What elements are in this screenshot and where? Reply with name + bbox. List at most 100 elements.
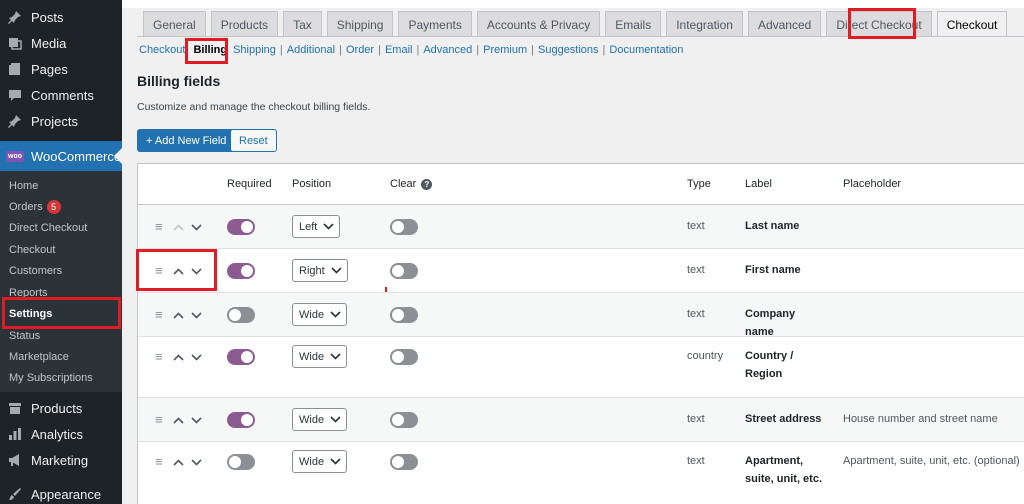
move-down-icon[interactable] xyxy=(190,221,202,233)
sidebar-item-label: WooCommerce xyxy=(31,148,122,164)
drag-handle-icon[interactable]: ≡ xyxy=(155,350,163,363)
tab-products[interactable]: Products xyxy=(210,11,279,37)
reset-button[interactable]: Reset xyxy=(230,129,277,152)
section-link-email[interactable]: Email xyxy=(385,44,413,56)
sidebar-item-posts[interactable]: Posts xyxy=(0,4,122,30)
clear-toggle[interactable] xyxy=(390,219,418,235)
chevron-down-icon xyxy=(330,416,341,423)
position-select[interactable]: Right xyxy=(292,259,348,282)
move-up-icon[interactable] xyxy=(172,309,184,321)
sidebar-item-appearance[interactable]: Appearance xyxy=(0,481,122,504)
section-link-suggestions[interactable]: Suggestions xyxy=(538,44,599,56)
sidebar-item-products[interactable]: Products xyxy=(0,395,122,421)
required-toggle[interactable] xyxy=(227,263,255,279)
section-link-checkout[interactable]: Checkout xyxy=(139,44,185,56)
sidebar-item-woocommerce[interactable]: woo WooCommerce xyxy=(0,141,122,171)
submenu-item-status[interactable]: Status xyxy=(0,325,122,346)
table-row: ≡ Wide text Company name xyxy=(138,293,1024,338)
section-link-shipping[interactable]: Shipping xyxy=(233,44,276,56)
drag-handle-icon[interactable]: ≡ xyxy=(155,413,163,426)
move-up-icon[interactable] xyxy=(172,265,184,277)
drag-handle-icon[interactable]: ≡ xyxy=(155,455,163,468)
clear-toggle[interactable] xyxy=(390,263,418,279)
sidebar-item-pages[interactable]: Pages xyxy=(0,56,122,82)
submenu-item-checkout[interactable]: Checkout xyxy=(0,239,122,260)
section-link-order[interactable]: Order xyxy=(346,44,374,56)
field-type: text xyxy=(687,264,705,276)
tab-checkout[interactable]: Checkout xyxy=(936,11,1008,37)
sidebar-item-projects[interactable]: Projects xyxy=(0,108,122,134)
move-down-icon[interactable] xyxy=(190,456,202,468)
tab-general[interactable]: General xyxy=(143,11,206,37)
add-new-field-button[interactable]: + Add New Field xyxy=(137,129,236,152)
current-menu-arrow xyxy=(114,148,122,164)
submenu-item-settings[interactable]: Settings xyxy=(0,303,122,324)
section-link-billing[interactable]: Billing xyxy=(193,44,227,56)
sidebar-item-media[interactable]: Media xyxy=(0,30,122,56)
submenu-item-marketplace[interactable]: Marketplace xyxy=(0,346,122,367)
drag-handle-icon[interactable]: ≡ xyxy=(155,308,163,321)
move-down-icon[interactable] xyxy=(190,309,202,321)
submenu-item-my-subscriptions[interactable]: My Subscriptions xyxy=(0,367,122,388)
move-down-icon[interactable] xyxy=(190,414,202,426)
tab-emails[interactable]: Emails xyxy=(605,11,662,37)
tab-integration[interactable]: Integration xyxy=(666,11,743,37)
position-select[interactable]: Wide xyxy=(292,303,348,326)
move-up-icon[interactable] xyxy=(172,221,184,233)
clear-toggle[interactable] xyxy=(390,454,418,470)
move-up-icon[interactable] xyxy=(172,351,184,363)
required-toggle[interactable] xyxy=(227,307,255,323)
required-toggle[interactable] xyxy=(227,219,255,235)
required-toggle[interactable] xyxy=(227,454,255,470)
position-select[interactable]: Left xyxy=(292,215,341,238)
sidebar-item-label: Comments xyxy=(31,87,94,103)
move-down-icon[interactable] xyxy=(190,351,202,363)
chevron-down-icon xyxy=(330,311,341,318)
field-label: Apartment, suite, unit, etc. xyxy=(745,455,823,485)
woocommerce-submenu: Home Orders 5 Direct Checkout Checkout Cu… xyxy=(0,171,122,392)
required-toggle[interactable] xyxy=(227,349,255,365)
clear-toggle[interactable] xyxy=(390,307,418,323)
column-header-label: Label xyxy=(745,178,772,190)
tab-advanced[interactable]: Advanced xyxy=(747,11,822,37)
sidebar-item-label: Media xyxy=(31,35,67,51)
move-down-icon[interactable] xyxy=(190,265,202,277)
submenu-item-orders[interactable]: Orders 5 xyxy=(0,196,122,217)
position-select[interactable]: Wide xyxy=(292,450,348,473)
archive-icon xyxy=(7,400,23,416)
table-row: ≡ Left text Last name xyxy=(138,205,1024,249)
tab-tax[interactable]: Tax xyxy=(283,11,322,37)
drag-handle-icon[interactable]: ≡ xyxy=(155,220,163,233)
section-link-documentation[interactable]: Documentation xyxy=(609,44,683,56)
move-up-icon[interactable] xyxy=(172,414,184,426)
field-type: text xyxy=(687,220,705,232)
pages-icon xyxy=(7,61,23,77)
required-toggle[interactable] xyxy=(227,412,255,428)
position-select[interactable]: Wide xyxy=(292,408,348,431)
field-type: text xyxy=(687,308,705,320)
section-link-premium[interactable]: Premium xyxy=(483,44,527,56)
orders-count-badge: 5 xyxy=(46,199,61,214)
position-select[interactable]: Wide xyxy=(292,345,348,368)
tab-accounts-privacy[interactable]: Accounts & Privacy xyxy=(476,11,601,37)
submenu-item-direct-checkout[interactable]: Direct Checkout xyxy=(0,217,122,238)
sidebar-item-comments[interactable]: Comments xyxy=(0,82,122,108)
submenu-item-reports[interactable]: Reports xyxy=(0,282,122,303)
section-link-advanced[interactable]: Advanced xyxy=(423,44,472,56)
tab-direct-checkout[interactable]: Direct Checkout xyxy=(826,11,932,37)
tab-payments[interactable]: Payments xyxy=(398,11,472,37)
field-label: Last name xyxy=(745,220,800,232)
column-header-clear: Clear ? xyxy=(390,178,433,190)
section-link-additional[interactable]: Additional xyxy=(287,44,335,56)
submenu-item-customers[interactable]: Customers xyxy=(0,260,122,281)
submenu-item-home[interactable]: Home xyxy=(0,175,122,196)
help-icon[interactable]: ? xyxy=(421,178,433,190)
tab-shipping[interactable]: Shipping xyxy=(326,11,394,37)
clear-toggle[interactable] xyxy=(390,349,418,365)
sidebar-item-analytics[interactable]: Analytics xyxy=(0,421,122,447)
sidebar-item-marketing[interactable]: Marketing xyxy=(0,447,122,473)
drag-handle-icon[interactable]: ≡ xyxy=(155,264,163,277)
column-header-position: Position xyxy=(292,178,332,190)
move-up-icon[interactable] xyxy=(172,456,184,468)
clear-toggle[interactable] xyxy=(390,412,418,428)
